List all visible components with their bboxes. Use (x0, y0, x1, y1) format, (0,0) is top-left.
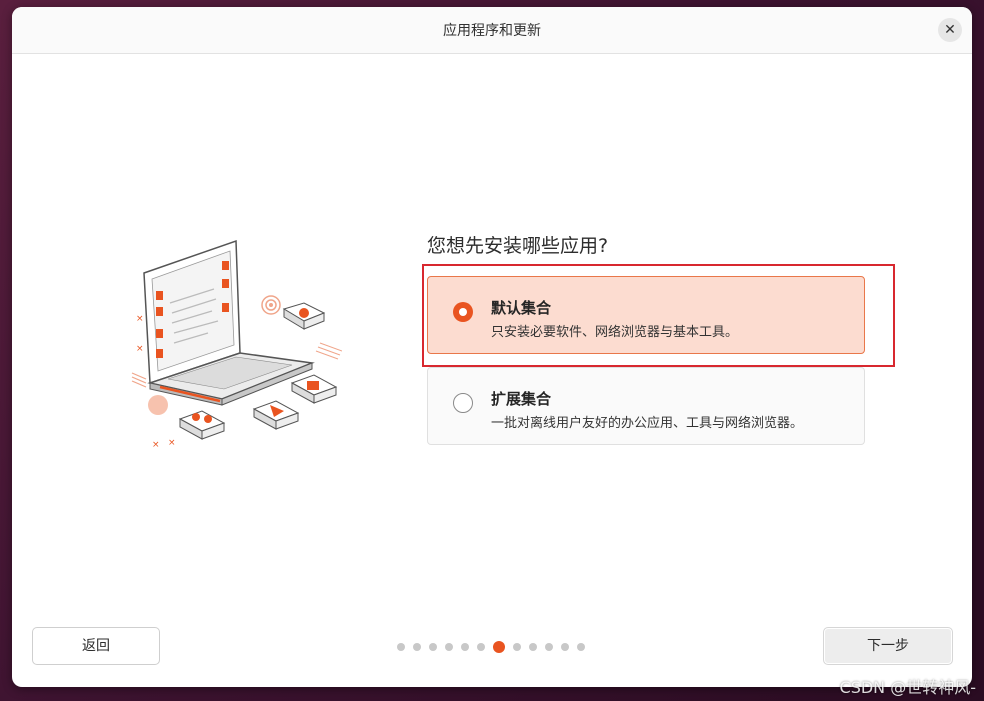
default-collection-radio[interactable] (453, 302, 473, 322)
page-dot (577, 643, 585, 651)
extended-collection-title: 扩展集合 (491, 390, 552, 408)
extended-collection-radio[interactable] (453, 393, 473, 413)
close-icon: ✕ (944, 22, 956, 38)
svg-text:×: × (152, 440, 160, 450)
page-dot-active (493, 641, 505, 653)
watermark: CSDN @世转神风- (839, 678, 976, 697)
back-button[interactable]: 返回 (32, 627, 160, 665)
laptop-apps-illustration: × × × × (131, 239, 342, 450)
page-dot (397, 643, 405, 651)
default-collection-title: 默认集合 (491, 299, 552, 317)
installer-window: 应用程序和更新 ✕ × × × × 您想先安装哪些应用? 默认集合 只安装必要软… (12, 7, 972, 687)
page-dot (477, 643, 485, 651)
default-collection-option[interactable]: 默认集合 只安装必要软件、网络浏览器与基本工具。 (427, 276, 865, 354)
close-button[interactable]: ✕ (938, 18, 962, 42)
svg-text:×: × (136, 344, 144, 354)
page-dot (445, 643, 453, 651)
page-dot (461, 643, 469, 651)
question-heading: 您想先安装哪些应用? (427, 235, 609, 257)
next-button[interactable]: 下一步 (823, 627, 953, 665)
window-title: 应用程序和更新 (443, 23, 541, 39)
page-dot (561, 643, 569, 651)
page-dot (513, 643, 521, 651)
page-dot (413, 643, 421, 651)
extended-collection-description: 一批对离线用户友好的办公应用、工具与网络浏览器。 (491, 416, 804, 431)
page-indicator (397, 641, 593, 653)
default-collection-description: 只安装必要软件、网络浏览器与基本工具。 (491, 325, 739, 340)
svg-text:×: × (136, 314, 144, 324)
page-dot (429, 643, 437, 651)
extended-collection-option[interactable]: 扩展集合 一批对离线用户友好的办公应用、工具与网络浏览器。 (427, 367, 865, 445)
page-dot (529, 643, 537, 651)
page-dot (545, 643, 553, 651)
svg-text:×: × (168, 438, 176, 448)
title-bar: 应用程序和更新 ✕ (12, 7, 972, 54)
